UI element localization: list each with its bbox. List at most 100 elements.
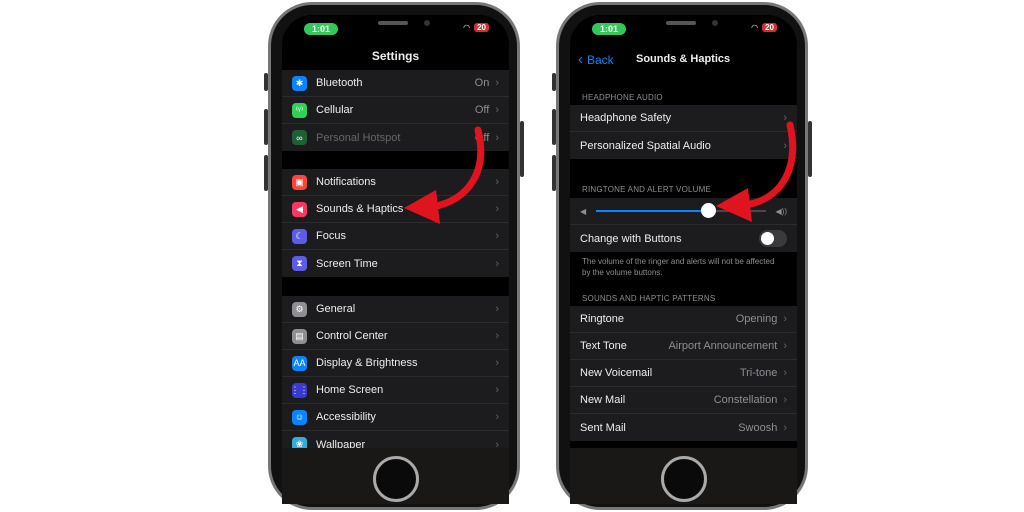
row-label: Accessibility <box>316 411 376 423</box>
row-label: General <box>316 303 356 315</box>
row-value: Constellation <box>713 394 778 406</box>
hourglass-icon: ⧗ <box>292 256 307 271</box>
row-label: Personalized Spatial Audio <box>580 139 711 152</box>
row-label: Screen Time <box>316 257 378 270</box>
page-title: Sounds & Haptics <box>636 53 731 65</box>
sound-pattern-row[interactable]: Ringtone Opening › <box>570 306 797 333</box>
volume-slider[interactable] <box>596 203 766 218</box>
chevron-right-icon: › <box>495 384 499 396</box>
settings-row-cellular[interactable]: ⁽ᵞ⁾ Cellular Off › <box>282 97 509 124</box>
settings-row-bluetooth[interactable]: ✱ Bluetooth On › <box>282 70 509 97</box>
row-label: Control Center <box>316 330 388 342</box>
settings-row-general[interactable]: ⚙ General › <box>282 296 509 323</box>
chevron-right-icon: › <box>783 394 787 406</box>
settings-row-screen-time[interactable]: ⧗ Screen Time › <box>282 250 509 277</box>
wallpaper-icon: ❀ <box>292 437 307 448</box>
volume-slider-thumb[interactable] <box>700 203 716 218</box>
settings-screen: 1:01 ◠ 20 Settings ✱ Bluetooth On › ⁽ᵞ⁾ Cellul… <box>282 15 509 448</box>
chevron-right-icon: › <box>495 203 499 215</box>
row-label: Cellular <box>316 104 354 116</box>
chevron-right-icon: › <box>495 104 499 116</box>
row-label: Wallpaper <box>316 438 366 449</box>
row-label: New Mail <box>580 394 626 406</box>
row-label: Display & Brightness <box>316 357 418 369</box>
row-label: New Voicemail <box>580 367 653 379</box>
chevron-right-icon: › <box>495 131 499 144</box>
gear-icon: ⚙ <box>292 301 307 317</box>
row-label: Sent Mail <box>580 421 626 434</box>
settings-row-control-center[interactable]: ▤ Control Center › <box>282 323 509 350</box>
chevron-right-icon: › <box>495 257 499 270</box>
chevron-right-icon: › <box>783 139 787 152</box>
chevron-right-icon: › <box>495 176 499 188</box>
settings-row-display-brightness[interactable]: AA Display & Brightness › <box>282 350 509 377</box>
volume-footnote: The volume of the ringer and alerts will… <box>582 257 775 277</box>
settings-row-focus[interactable]: ☾ Focus › <box>282 223 509 250</box>
volume-slider-row: ◀ ◀)) <box>570 198 797 225</box>
sounds-screen: 1:01 ◠ 20 ‹ Back Sounds & Haptics HEADPHON… <box>570 15 797 448</box>
section-header: RINGTONE AND ALERT VOLUME <box>582 185 712 194</box>
row-value: Off <box>474 104 490 116</box>
row-value: Airport Announcement <box>668 340 778 352</box>
toggles-icon: ▤ <box>292 328 307 344</box>
row-value: Opening <box>735 313 778 325</box>
chevron-right-icon: › <box>783 112 787 124</box>
sound-pattern-row[interactable]: Text Tone Airport Announcement › <box>570 333 797 360</box>
row-label: Ringtone <box>580 313 625 325</box>
chevron-right-icon: › <box>495 357 499 369</box>
row-label: Home Screen <box>316 384 384 396</box>
home-button[interactable] <box>660 456 707 502</box>
page-title: Settings <box>371 49 420 63</box>
volume-low-icon: ◀ <box>580 206 587 216</box>
headphone-row[interactable]: Headphone Safety › <box>570 105 797 132</box>
row-value: Tri-tone <box>739 367 778 379</box>
row-label: Focus <box>316 230 346 242</box>
chevron-right-icon: › <box>495 438 499 449</box>
back-button[interactable]: ‹ Back <box>578 51 614 68</box>
battery-level: 20 <box>762 23 777 32</box>
row-label: Sounds & Haptics <box>316 203 404 215</box>
cellular-icon: ⁽ᵞ⁾ <box>292 102 307 118</box>
status-time: 1:01 <box>592 23 626 35</box>
headphone-row[interactable]: Personalized Spatial Audio › <box>570 132 797 159</box>
chevron-right-icon: › <box>495 411 499 423</box>
row-label: Notifications <box>316 176 376 188</box>
settings-row-accessibility[interactable]: ☺ Accessibility › <box>282 404 509 431</box>
grid-icon: ⋮⋮ <box>291 382 309 398</box>
battery-level: 20 <box>474 23 489 32</box>
chevron-right-icon: › <box>495 230 499 242</box>
chevron-right-icon: › <box>783 421 787 434</box>
settings-row-sounds-haptics[interactable]: ◀ Sounds & Haptics › <box>282 196 509 223</box>
chevron-right-icon: › <box>495 303 499 315</box>
row-label: Bluetooth <box>316 77 363 89</box>
status-time: 1:01 <box>304 23 338 35</box>
volume-high-icon: ◀)) <box>775 206 787 216</box>
settings-row-notifications[interactable]: ▣ Notifications › <box>282 169 509 196</box>
settings-row-home-screen[interactable]: ⋮⋮ Home Screen › <box>282 377 509 404</box>
settings-row-wallpaper[interactable]: ❀ Wallpaper › <box>282 431 509 448</box>
chevron-right-icon: › <box>495 77 499 89</box>
wifi-icon: ◠ <box>751 23 759 32</box>
section-header: SOUNDS AND HAPTIC PATTERNS <box>582 294 716 303</box>
sound-pattern-row[interactable]: New Mail Constellation › <box>570 387 797 414</box>
phone-settings: 1:01 ◠ 20 Settings ✱ Bluetooth On › ⁽ᵞ⁾ Cellul… <box>264 2 524 510</box>
change-with-buttons-row: Change with Buttons <box>570 225 797 252</box>
chevron-right-icon: › <box>783 367 787 379</box>
notifications-icon: ▣ <box>292 174 307 190</box>
speaker-icon: ◀ <box>292 201 307 217</box>
row-value: On <box>474 77 490 89</box>
moon-icon: ☾ <box>292 228 307 244</box>
change-with-buttons-toggle[interactable] <box>759 230 787 247</box>
row-label: Text Tone <box>580 340 627 352</box>
home-button[interactable] <box>372 456 419 502</box>
change-with-buttons-label: Change with Buttons <box>580 232 682 245</box>
wifi-icon: ◠ <box>463 23 471 32</box>
chevron-right-icon: › <box>783 313 787 325</box>
sound-pattern-row[interactable]: Sent Mail Swoosh › <box>570 414 797 441</box>
row-label: Headphone Safety <box>580 112 672 124</box>
settings-row-personal-hotspot[interactable]: ∞ Personal Hotspot Off › <box>282 124 509 151</box>
phone-sounds: 1:01 ◠ 20 ‹ Back Sounds & Haptics HEADPHON… <box>552 2 812 510</box>
sound-pattern-row[interactable]: New Voicemail Tri-tone › <box>570 360 797 387</box>
row-label: Personal Hotspot <box>316 131 401 144</box>
row-value: Swoosh <box>738 421 778 434</box>
